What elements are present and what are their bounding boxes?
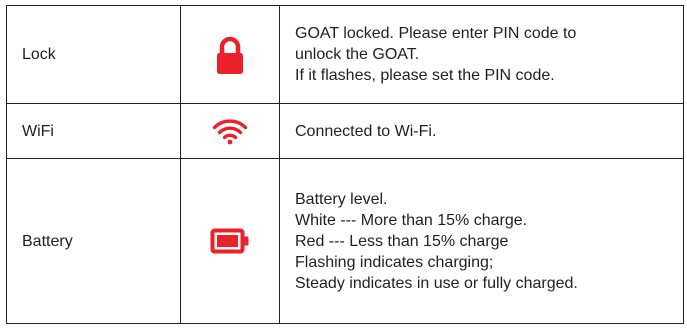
- wifi-icon: [212, 119, 248, 145]
- description-line: GOAT locked. Please enter PIN code to: [295, 25, 577, 42]
- description-line: Connected to Wi-Fi.: [295, 122, 437, 140]
- row-name-wifi: WiFi: [6, 103, 181, 159]
- table-row-battery: Battery Battery level. White --- More th…: [6, 158, 684, 324]
- row-description-wifi: Connected to Wi-Fi.: [279, 103, 684, 159]
- icon-cell-battery: [180, 158, 280, 324]
- row-name-lock: Lock: [6, 5, 181, 104]
- battery-icon: [210, 228, 249, 254]
- row-description-battery: Battery level. White --- More than 15% c…: [279, 158, 684, 324]
- lock-icon: [217, 36, 243, 74]
- icon-cell-lock: [180, 5, 280, 104]
- table-row-lock: Lock GOAT locked. Please enter PIN code …: [6, 5, 684, 104]
- description-line: Steady indicates in use or fully charged…: [295, 274, 578, 292]
- status-icon-table: Lock GOAT locked. Please enter PIN code …: [6, 5, 684, 324]
- description-line: Flashing indicates charging;: [295, 253, 494, 271]
- description-line: White --- More than 15% charge.: [295, 211, 528, 229]
- table-row-wifi: WiFi Connected to Wi-Fi.: [6, 103, 684, 159]
- row-name-battery: Battery: [6, 158, 181, 324]
- description-line: Red --- Less than 15% charge: [295, 232, 509, 250]
- description-line: Battery level.: [295, 190, 388, 208]
- row-description-lock: GOAT locked. Please enter PIN code to un…: [279, 5, 684, 104]
- icon-cell-wifi: [180, 103, 280, 159]
- description-line: If it flashes, please set the PIN code.: [295, 67, 555, 84]
- description-line: unlock the GOAT.: [295, 46, 420, 63]
